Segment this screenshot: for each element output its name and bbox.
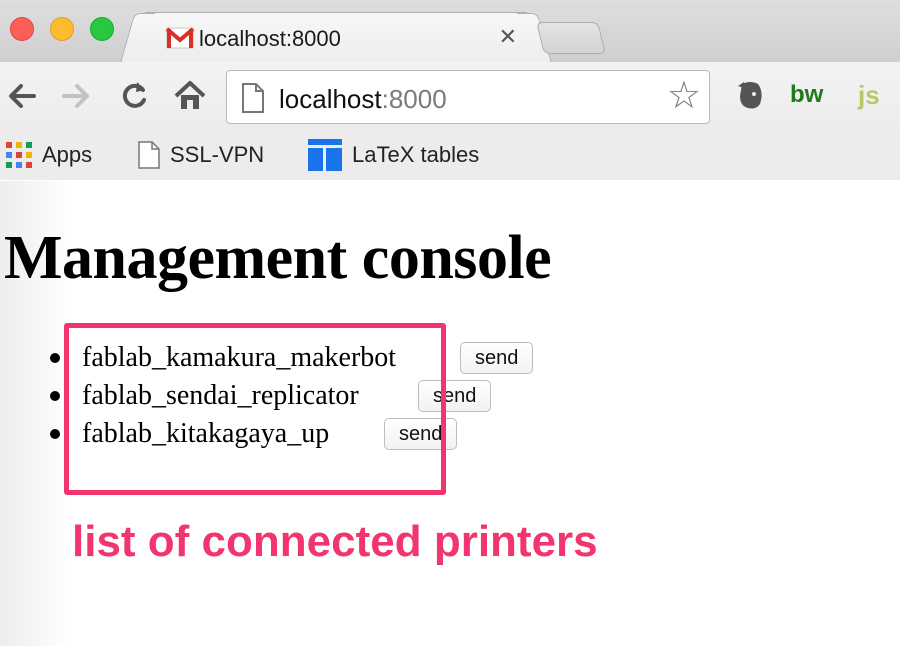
back-arrow-icon[interactable] (4, 78, 40, 114)
apps-grid-icon (6, 142, 32, 168)
page-title: Management console (4, 224, 552, 292)
bookmark-label: Apps (42, 142, 93, 167)
page-icon (138, 141, 160, 169)
browser-chrome: localhost:8000 ✕ localhost:8000 ☆ bw js … (0, 0, 900, 180)
tab-active[interactable]: localhost:8000 ✕ (140, 12, 532, 64)
annotation-label: list of connected printers (72, 517, 598, 566)
tab-strip: localhost:8000 ✕ (0, 0, 900, 64)
close-window-button[interactable] (10, 17, 34, 41)
address-bar[interactable]: localhost:8000 ☆ (226, 70, 710, 124)
minimize-window-button[interactable] (50, 17, 74, 41)
home-icon[interactable] (172, 78, 208, 114)
url-text: localhost:8000 (279, 84, 447, 115)
bookmark-ssl-vpn[interactable]: SSL-VPN (138, 138, 264, 172)
bullet (50, 353, 60, 363)
toolbar: localhost:8000 ☆ bw js (0, 62, 900, 132)
bookmark-label: SSL-VPN (170, 142, 265, 167)
tab-title: localhost:8000 (199, 26, 341, 51)
bullet (50, 429, 60, 439)
zoom-window-button[interactable] (90, 17, 114, 41)
js-extension-icon[interactable]: js (858, 76, 880, 114)
new-tab-button[interactable] (536, 22, 606, 54)
url-port: :8000 (381, 84, 447, 114)
tables-icon (308, 139, 342, 171)
annotation-highlight-box (64, 323, 446, 495)
bookmarks-bar: Apps SSL-VPN LaTeX tables (0, 132, 900, 180)
forward-arrow-icon[interactable] (58, 78, 94, 114)
gmail-icon (165, 27, 195, 49)
bookmark-apps[interactable]: Apps (6, 138, 92, 172)
tab-close-icon[interactable]: ✕ (499, 24, 517, 50)
send-button[interactable]: send (460, 342, 534, 374)
page-content: Management console fablab_kamakura_maker… (0, 181, 900, 646)
bookmark-label: LaTeX tables (352, 142, 480, 167)
page-icon (242, 83, 264, 113)
evernote-icon[interactable] (734, 76, 766, 114)
bw-extension-icon[interactable]: bw (790, 76, 823, 114)
bookmark-latex-tables[interactable]: LaTeX tables (308, 138, 479, 172)
url-host: localhost (279, 84, 382, 114)
reload-icon[interactable] (116, 78, 152, 114)
bullet (50, 391, 60, 401)
bookmark-star-icon[interactable]: ☆ (667, 77, 701, 115)
